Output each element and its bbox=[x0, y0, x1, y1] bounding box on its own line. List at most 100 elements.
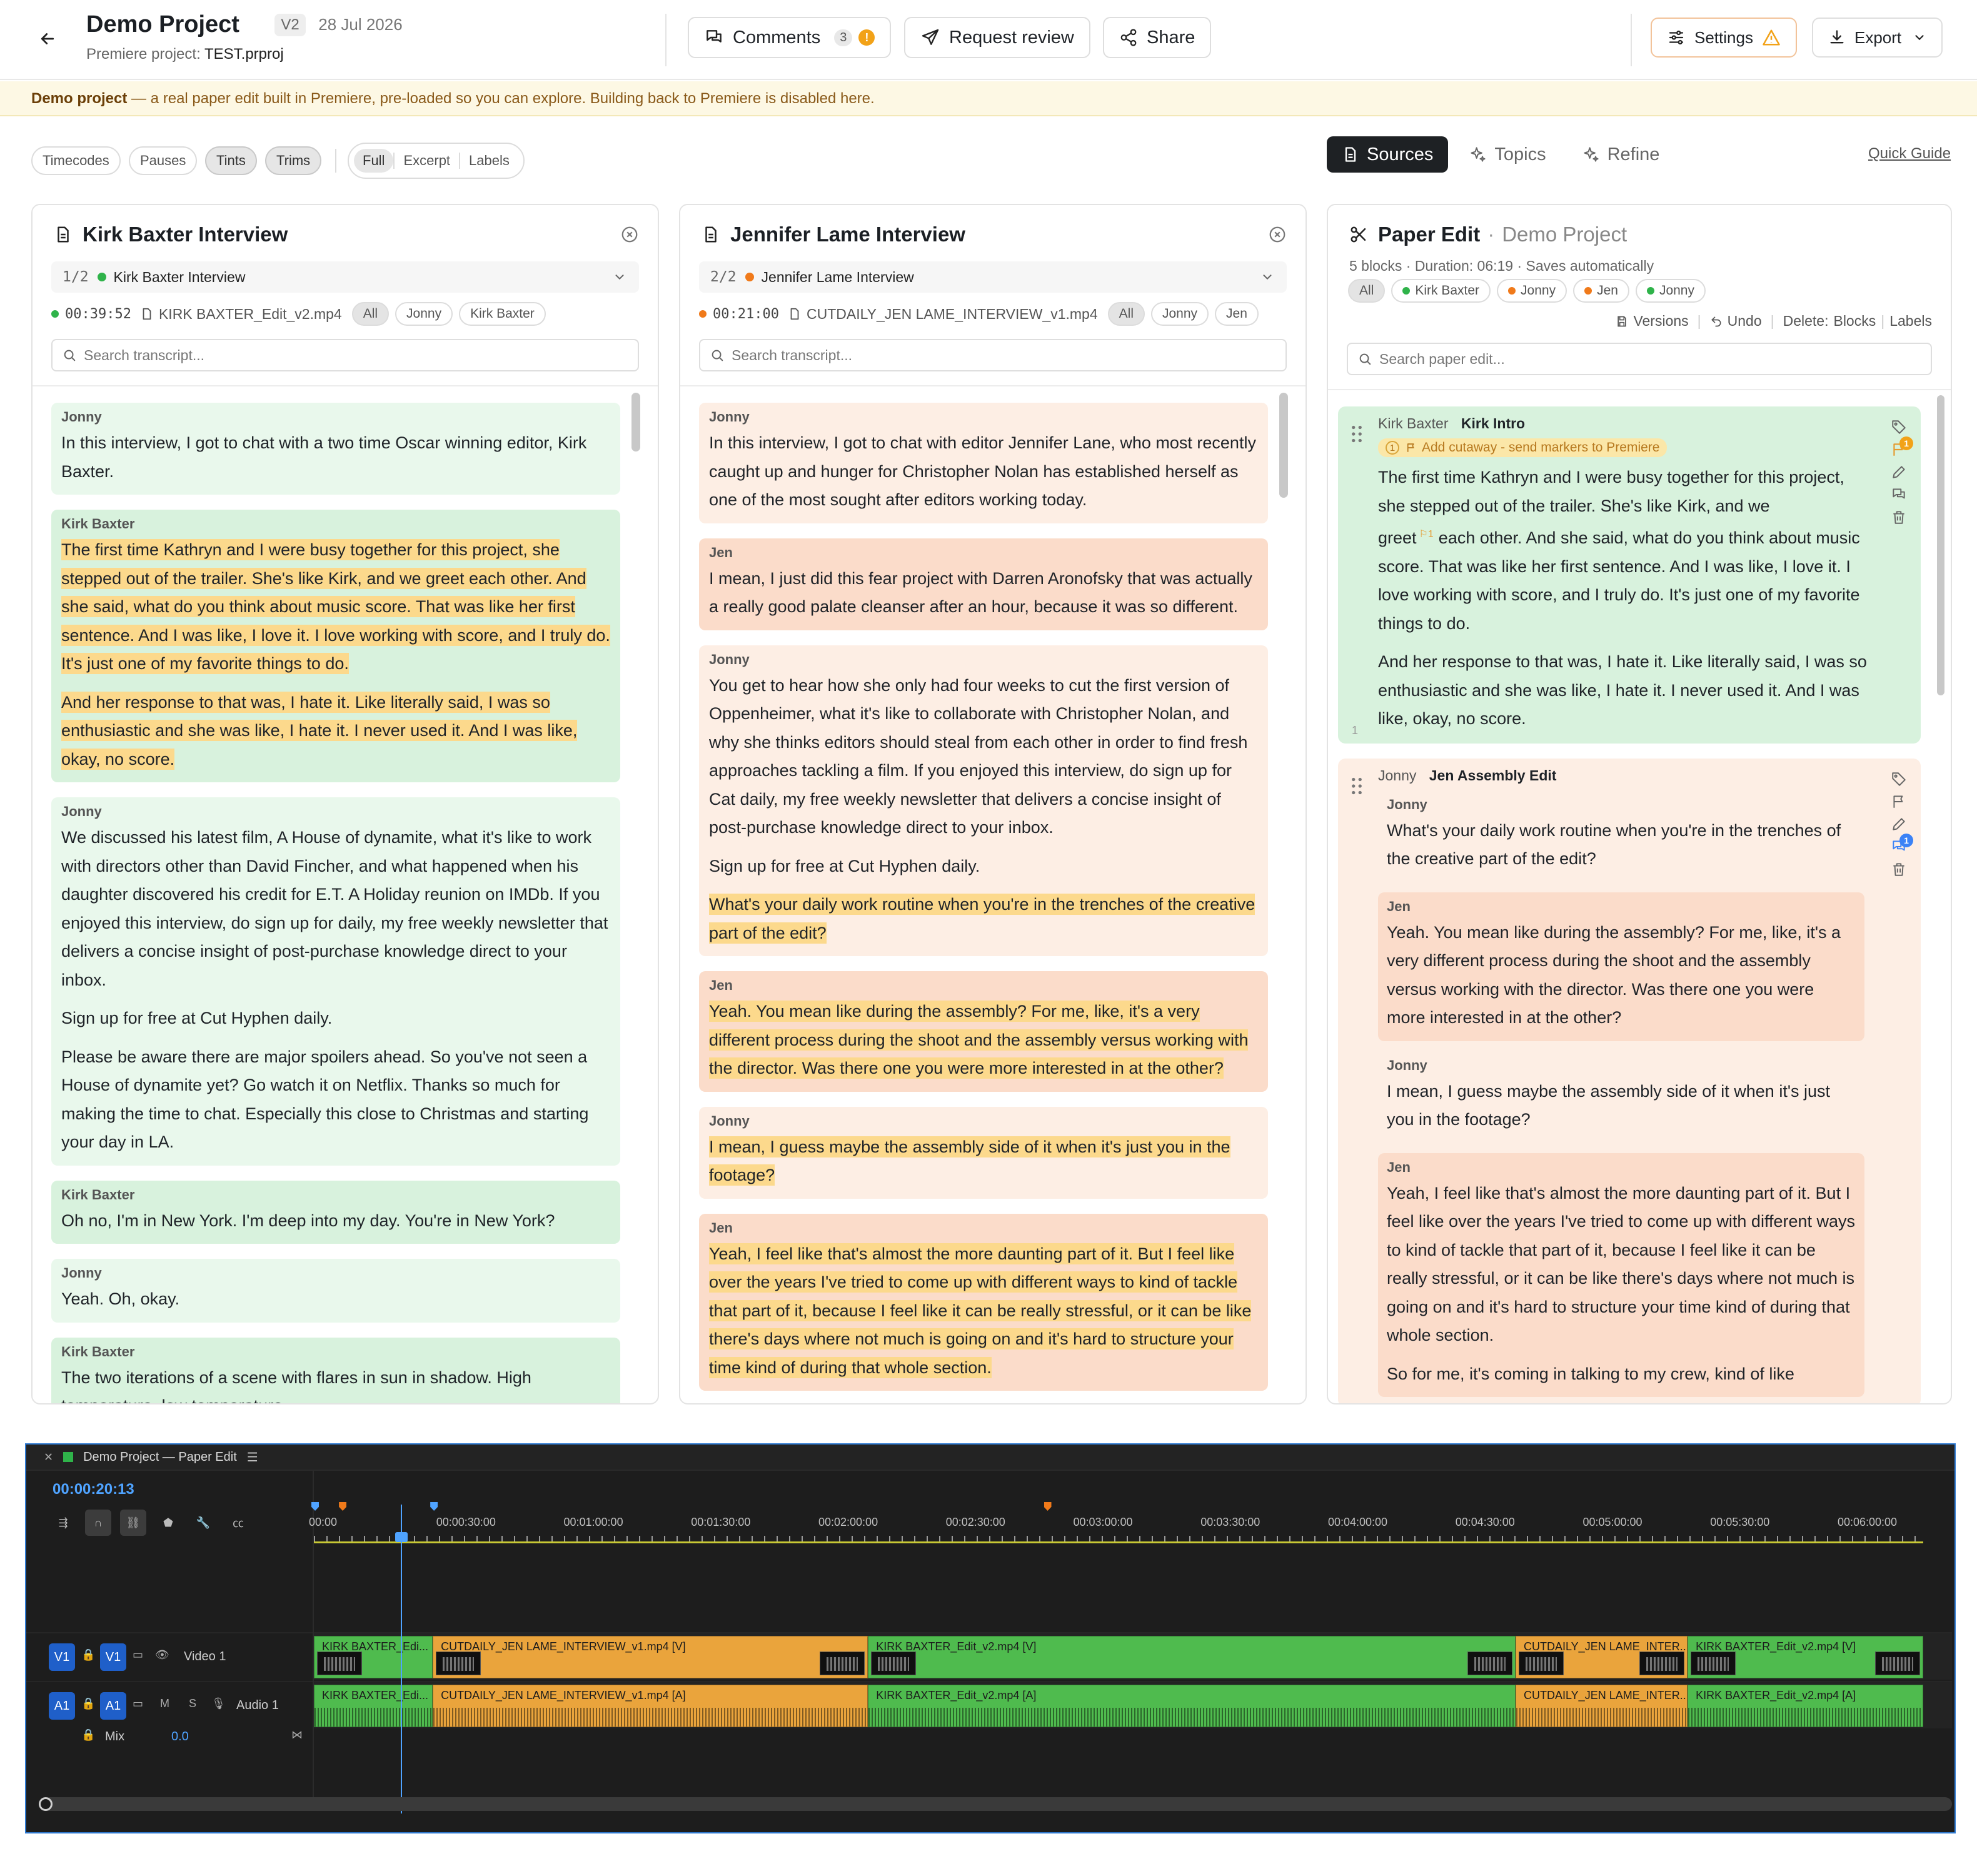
audio-clip[interactable]: KIRK BAXTER_Edit_v2.mp4 [A] bbox=[1688, 1685, 1923, 1727]
transcript-search-input[interactable]: Search transcript... bbox=[699, 339, 1287, 371]
highlighted-text[interactable]: And her response to that was, I hate it.… bbox=[61, 691, 578, 770]
linked-selection-icon[interactable]: ⛓ bbox=[120, 1510, 146, 1536]
share-button[interactable]: Share bbox=[1103, 17, 1212, 58]
transcript-block[interactable]: Kirk Baxter The first time Kathryn and I … bbox=[51, 510, 620, 782]
speaker-filter-jonny[interactable]: Jonny bbox=[1150, 302, 1209, 326]
paper-edit-block[interactable]: Jonny Jen Assembly Edit Jonny What's your… bbox=[1338, 758, 1921, 1403]
block-segment[interactable]: Jen Yeah. You mean like during the assemb… bbox=[1378, 892, 1864, 1041]
lock-icon[interactable]: 🔒 bbox=[81, 1697, 95, 1710]
pe-filter-all[interactable]: All bbox=[1348, 279, 1386, 303]
insert-sequence-icon[interactable]: ⇶ bbox=[50, 1510, 76, 1536]
video-target-toggle[interactable]: V1 bbox=[49, 1643, 75, 1671]
mute-toggle[interactable]: M bbox=[160, 1697, 169, 1710]
audio-clip[interactable]: KIRK BAXTER_Edit_v2.mp4 [A] bbox=[868, 1685, 1516, 1727]
snap-magnet-icon[interactable]: ∩ bbox=[85, 1510, 111, 1536]
block-segment[interactable]: Jonny I mean, I guess maybe the assembly … bbox=[1378, 1051, 1864, 1143]
audio-clip[interactable]: KIRK BAXTER_Edi... bbox=[314, 1685, 433, 1727]
lock-icon[interactable]: 🔒 bbox=[81, 1728, 95, 1742]
inline-flag-marker[interactable]: ⚐1 bbox=[1419, 529, 1434, 540]
video-clip[interactable]: CUTDAILY_JEN LAME_INTER... bbox=[1516, 1636, 1688, 1678]
edit-pencil-icon[interactable] bbox=[1891, 464, 1907, 487]
transcript-block[interactable]: Jen Yeah. You mean like during the assemb… bbox=[699, 971, 1268, 1092]
playhead[interactable] bbox=[395, 1505, 408, 1813]
cutaway-label[interactable]: 1 Add cutaway - send markers to Premiere bbox=[1378, 438, 1668, 457]
time-ruler[interactable]: 00:00 00:00:30:00 00:01:00:00 00:01:30:00 00… bbox=[309, 1502, 1952, 1543]
transcript-block[interactable]: Jen I mean, I just did this fear project … bbox=[699, 538, 1268, 630]
view-mode-full[interactable]: Full bbox=[354, 149, 394, 173]
flag-icon[interactable]: 1 bbox=[1891, 436, 1913, 464]
transcript-text[interactable]: In this interview, I got to chat with ed… bbox=[709, 433, 1256, 509]
microphone-icon[interactable]: 🎙 bbox=[211, 1697, 226, 1710]
delete-labels-button[interactable]: Labels bbox=[1889, 313, 1932, 330]
transcript-text[interactable]: The two iterations of a scene with flare… bbox=[61, 1368, 531, 1404]
toggle-pauses[interactable]: Pauses bbox=[129, 146, 198, 175]
transcript-scrollbar[interactable] bbox=[1279, 393, 1288, 498]
toggle-trims[interactable]: Trims bbox=[265, 146, 322, 175]
pe-filter-jonny[interactable]: Jonny bbox=[1497, 279, 1567, 303]
transcript-text[interactable]: I mean, I just did this fear project wit… bbox=[709, 569, 1252, 617]
transcript-text[interactable]: We discussed his latest film, A House of… bbox=[61, 828, 608, 989]
transcript-block[interactable]: Jen Yeah, I feel like that's almost the m… bbox=[699, 1213, 1268, 1391]
request-review-button[interactable]: Request review bbox=[904, 17, 1090, 58]
speaker-filter-jonny[interactable]: Jonny bbox=[395, 302, 453, 326]
source-selector[interactable]: 1/2 Kirk Baxter Interview bbox=[51, 261, 639, 293]
audio-clip[interactable]: CUTDAILY_JEN LAME_INTER... bbox=[1516, 1685, 1688, 1727]
scroll-zoom-handle[interactable] bbox=[39, 1797, 53, 1811]
video-clip[interactable]: CUTDAILY_JEN LAME_INTERVIEW_v1.mp4 [V] bbox=[433, 1636, 868, 1678]
block-segment[interactable]: Jonny What's your daily work routine when… bbox=[1378, 790, 1864, 882]
timeline-marker[interactable] bbox=[430, 1502, 438, 1511]
block-name[interactable]: Kirk Intro bbox=[1461, 415, 1525, 431]
timeline-scrollbar[interactable] bbox=[39, 1797, 1952, 1811]
video-clip[interactable]: KIRK BAXTER_Edi... bbox=[314, 1636, 433, 1678]
paper-edit-block[interactable]: Kirk Baxter Kirk Intro 1 Add cutaway - s… bbox=[1338, 406, 1921, 744]
speaker-filter-all[interactable]: All bbox=[1107, 302, 1145, 326]
add-marker-icon[interactable]: ⬟ bbox=[155, 1510, 181, 1536]
source-selector[interactable]: 2/2 Jennifer Lame Interview bbox=[699, 261, 1287, 293]
quick-guide-link[interactable]: Quick Guide bbox=[1868, 145, 1951, 163]
flag-icon[interactable] bbox=[1891, 794, 1907, 816]
settings-button[interactable]: Settings bbox=[1651, 18, 1797, 58]
comment-icon[interactable] bbox=[1891, 487, 1907, 509]
mix-volume-value[interactable]: 0.0 bbox=[171, 1730, 189, 1744]
highlighted-text[interactable]: Yeah, I feel like that's almost the more… bbox=[709, 1243, 1252, 1378]
transcript-text[interactable]: Sign up for free at Cut Hyphen daily. bbox=[61, 1009, 332, 1027]
paper-edit-search-input[interactable]: Search paper edit... bbox=[1347, 343, 1932, 375]
delete-blocks-button[interactable]: Blocks bbox=[1833, 313, 1876, 330]
sync-lock-icon[interactable]: ▭ bbox=[133, 1648, 143, 1662]
transcript-text[interactable]: Please be aware there are major spoilers… bbox=[61, 1047, 588, 1152]
block-name[interactable]: Jen Assembly Edit bbox=[1429, 767, 1557, 784]
transcript-block[interactable]: Jonny In this interview, I got to chat wi… bbox=[699, 403, 1268, 523]
undo-button[interactable]: Undo bbox=[1710, 313, 1762, 330]
close-source-icon[interactable] bbox=[1268, 225, 1287, 247]
comments-button[interactable]: Comments 3 ! bbox=[688, 17, 892, 58]
toggle-timecodes[interactable]: Timecodes bbox=[31, 146, 121, 175]
audio-clip[interactable]: CUTDAILY_JEN LAME_INTERVIEW_v1.mp4 [A] bbox=[433, 1685, 868, 1727]
transcript-scrollbar[interactable] bbox=[631, 393, 640, 451]
sync-lock-icon[interactable]: ▭ bbox=[133, 1697, 143, 1710]
highlighted-text[interactable]: Yeah. You mean like during the assembly?… bbox=[709, 1001, 1249, 1079]
pe-filter-kirk[interactable]: Kirk Baxter bbox=[1391, 279, 1491, 303]
solo-toggle[interactable]: S bbox=[189, 1697, 196, 1710]
back-arrow-icon[interactable] bbox=[35, 26, 60, 51]
eye-icon[interactable]: 👁 bbox=[155, 1648, 169, 1662]
highlighted-text[interactable]: The first time Kathryn and I were busy t… bbox=[61, 539, 610, 674]
hamburger-menu-icon[interactable]: ☰ bbox=[247, 1450, 258, 1465]
video-clip[interactable]: KIRK BAXTER_Edit_v2.mp4 [V] bbox=[1688, 1636, 1923, 1678]
versions-button[interactable]: Versions bbox=[1616, 313, 1689, 330]
close-source-icon[interactable] bbox=[620, 225, 639, 247]
playhead-timecode[interactable]: 00:00:20:13 bbox=[53, 1481, 134, 1498]
close-sequence-icon[interactable]: ✕ bbox=[44, 1451, 53, 1464]
drag-handle-icon[interactable] bbox=[1351, 777, 1363, 798]
tab-refine[interactable]: Refine bbox=[1567, 136, 1675, 173]
trash-icon[interactable] bbox=[1891, 509, 1907, 532]
speaker-filter-jen[interactable]: Jen bbox=[1215, 302, 1259, 326]
video-source-patch[interactable]: V1 bbox=[100, 1643, 126, 1671]
comment-icon[interactable]: 1 bbox=[1891, 833, 1913, 861]
pe-filter-jonny-kirk[interactable]: Jonny bbox=[1635, 279, 1706, 303]
timeline-marker[interactable] bbox=[1044, 1502, 1052, 1511]
version-badge[interactable]: V2 bbox=[274, 13, 306, 36]
transcript-search-input[interactable]: Search transcript... bbox=[51, 339, 639, 371]
speaker-filter-all[interactable]: All bbox=[351, 302, 390, 326]
highlighted-text[interactable]: What's your daily work routine when you'… bbox=[709, 894, 1255, 944]
lock-icon[interactable]: 🔒 bbox=[81, 1648, 95, 1662]
